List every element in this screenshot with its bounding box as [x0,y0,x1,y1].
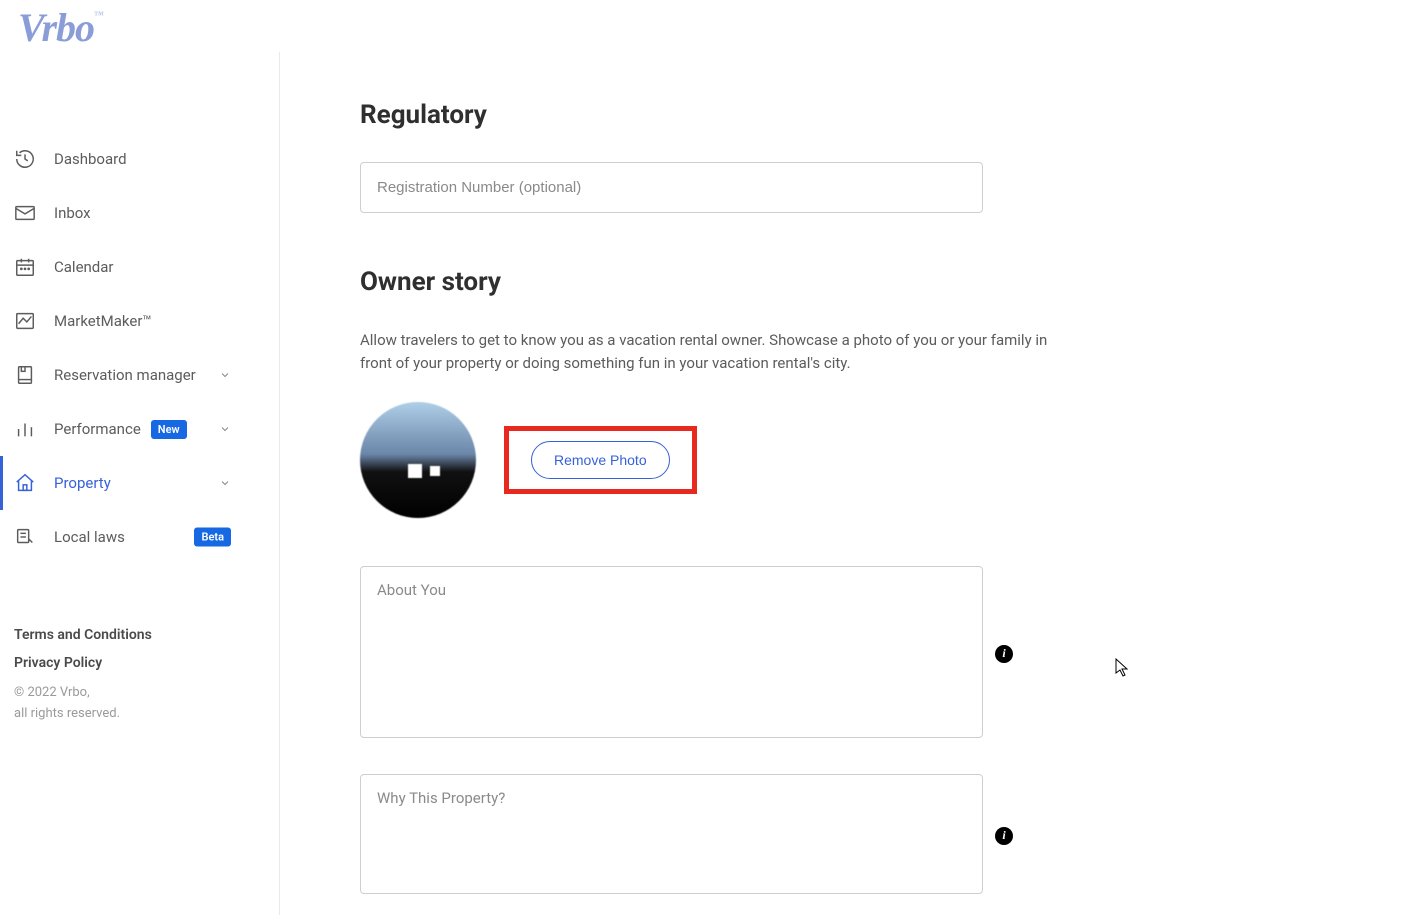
chevron-down-icon [219,423,231,435]
sidebar-item-label: Performance [54,420,141,438]
sidebar-item-label: Calendar [54,258,114,276]
sidebar-item-label: Reservation manager [54,366,196,384]
sidebar-item-performance[interactable]: Performance New [0,402,279,456]
terms-link[interactable]: Terms and Conditions [14,627,152,643]
owner-story-heading: Owner story [360,267,1327,297]
remove-photo-button[interactable]: Remove Photo [531,441,670,479]
sidebar-item-inbox[interactable]: Inbox [0,186,279,240]
sidebar-item-label: Inbox [54,204,91,222]
owner-photo-row: Remove Photo [360,402,1327,518]
clock-history-icon [14,148,36,170]
sidebar-item-property[interactable]: Property [0,456,279,510]
home-icon [14,472,36,494]
copyright-line1: © 2022 Vrbo, [14,683,152,704]
chart-line-icon [14,310,36,332]
sidebar-item-label: Property [54,474,111,492]
sidebar-item-reservation-manager[interactable]: Reservation manager [0,348,279,402]
copyright-line2: all rights reserved. [14,704,152,725]
book-icon [14,364,36,386]
calendar-icon [14,256,36,278]
brand-tm: ™ [94,10,103,21]
sidebar-item-marketmaker[interactable]: MarketMaker™ [0,294,279,348]
why-property-textarea[interactable] [360,774,983,894]
brand-name: Vrbo [18,5,94,50]
highlight-frame: Remove Photo [504,426,697,494]
sidebar-item-dashboard[interactable]: Dashboard [0,132,279,186]
owner-story-description: Allow travelers to get to know you as a … [360,329,1060,376]
sidebar-item-calendar[interactable]: Calendar [0,240,279,294]
regulatory-heading: Regulatory [360,100,1327,130]
main-content: Regulatory Owner story Allow travelers t… [280,0,1407,915]
registration-number-input[interactable] [360,162,983,213]
sidebar: Dashboard Inbox Calendar [0,52,280,915]
gavel-icon [14,526,36,548]
sidebar-footer: Terms and Conditions Privacy Policy © 20… [14,627,152,725]
chevron-down-icon [219,369,231,381]
sidebar-item-label: Dashboard [54,150,127,168]
about-you-textarea[interactable] [360,566,983,738]
privacy-link[interactable]: Privacy Policy [14,655,152,671]
brand-logo[interactable]: Vrbo™ [18,4,103,51]
bar-chart-icon [14,418,36,440]
sidebar-item-label: MarketMaker™ [54,312,152,330]
info-icon[interactable]: i [995,827,1013,845]
sidebar-item-local-laws[interactable]: Local laws Beta [0,510,279,564]
chevron-down-icon [219,477,231,489]
beta-badge: Beta [194,528,231,547]
owner-photo [360,402,476,518]
sidebar-item-label: Local laws [54,528,125,546]
envelope-icon [14,202,36,224]
new-badge: New [151,420,187,439]
info-icon[interactable]: i [995,645,1013,663]
